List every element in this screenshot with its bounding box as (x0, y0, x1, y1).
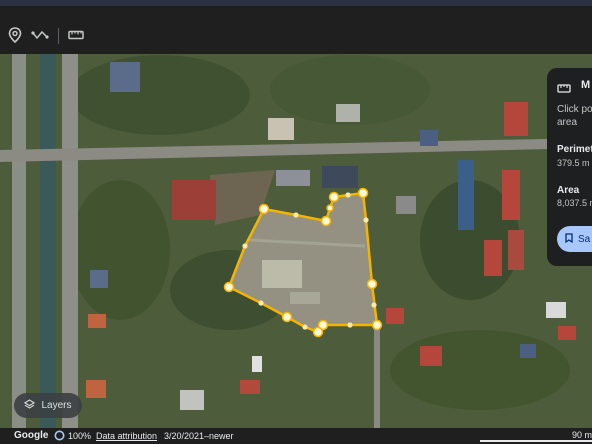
save-button[interactable]: Sa (557, 226, 592, 252)
instruction-text-2: area (557, 117, 578, 128)
zoom-level: 100% (68, 431, 92, 441)
ruler-icon (557, 80, 571, 98)
zoom-indicator-icon (54, 430, 65, 443)
measure-panel: M Click poi area Perimete 379.5 m Area 8… (547, 68, 592, 266)
satellite-imagery (0, 54, 592, 428)
google-logo: Google (14, 430, 49, 441)
panel-title: M (581, 79, 591, 91)
layers-label: Layers (41, 400, 72, 411)
data-attribution-link[interactable]: Data attribution (96, 431, 157, 441)
status-bar: Google 100% Data attribution 3/20/2021–n… (0, 428, 592, 444)
imagery-date: 3/20/2021–newer (164, 431, 234, 441)
perimeter-label: Perimete (557, 144, 592, 155)
ruler-icon[interactable] (65, 24, 87, 46)
location-pin-icon[interactable] (4, 24, 26, 46)
toolbar-divider (58, 28, 59, 44)
area-label: Area (557, 185, 580, 196)
save-button-label: Sa (578, 233, 591, 245)
toolbar (0, 6, 592, 54)
scale-label: 90 m (572, 430, 592, 440)
layers-icon (24, 398, 36, 413)
area-value: 8,037.5 m (557, 198, 592, 208)
instruction-text: Click poi (557, 104, 592, 115)
bookmark-icon (565, 232, 573, 246)
layers-button[interactable]: Layers (14, 393, 82, 418)
path-icon[interactable] (29, 24, 51, 46)
satellite-map[interactable] (0, 54, 592, 428)
scale-bar (480, 440, 592, 442)
perimeter-value: 379.5 m (557, 158, 590, 168)
